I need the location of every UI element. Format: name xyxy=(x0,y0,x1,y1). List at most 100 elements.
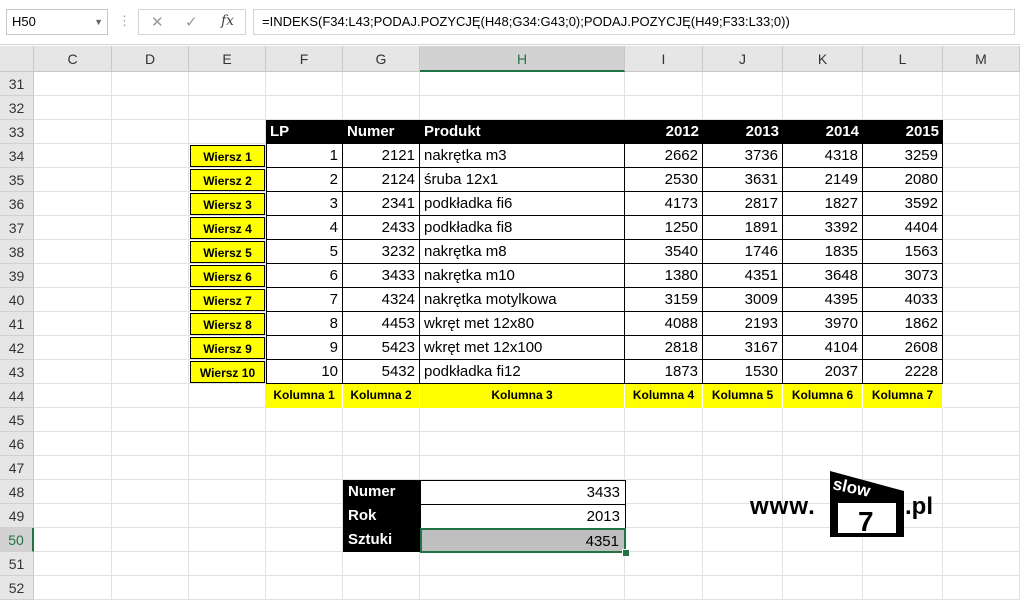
table-cell-produkt[interactable]: wkręt met 12x100 xyxy=(420,336,625,360)
row-header-31[interactable]: 31 xyxy=(0,72,34,96)
table-cell-y2015[interactable]: 2228 xyxy=(863,360,943,384)
table-cell-lp[interactable]: 8 xyxy=(266,312,343,336)
fill-handle[interactable] xyxy=(622,549,630,557)
column-header-k[interactable]: K xyxy=(783,46,863,72)
table-cell-numer[interactable]: 5432 xyxy=(343,360,420,384)
lookup-value-rok[interactable]: 2013 xyxy=(420,504,626,529)
table-cell-produkt[interactable]: nakrętka m8 xyxy=(420,240,625,264)
table-cell-y2015[interactable]: 2080 xyxy=(863,168,943,192)
table-cell-y2012[interactable]: 3159 xyxy=(625,288,703,312)
row-header-49[interactable]: 49 xyxy=(0,504,34,528)
row-header-46[interactable]: 46 xyxy=(0,432,34,456)
row-header-37[interactable]: 37 xyxy=(0,216,34,240)
table-cell-lp[interactable]: 4 xyxy=(266,216,343,240)
row-header-40[interactable]: 40 xyxy=(0,288,34,312)
column-header-g[interactable]: G xyxy=(343,46,420,72)
table-cell-numer[interactable]: 5423 xyxy=(343,336,420,360)
table-cell-numer[interactable]: 2341 xyxy=(343,192,420,216)
table-cell-y2012[interactable]: 2530 xyxy=(625,168,703,192)
chevron-down-icon[interactable]: ▼ xyxy=(94,10,103,34)
lookup-value-numer[interactable]: 3433 xyxy=(420,480,626,505)
row-header-39[interactable]: 39 xyxy=(0,264,34,288)
table-cell-y2012[interactable]: 3540 xyxy=(625,240,703,264)
column-header-c[interactable]: C xyxy=(34,46,112,72)
table-cell-lp[interactable]: 5 xyxy=(266,240,343,264)
table-cell-lp[interactable]: 10 xyxy=(266,360,343,384)
table-cell-y2012[interactable]: 4088 xyxy=(625,312,703,336)
table-cell-produkt[interactable]: wkręt met 12x80 xyxy=(420,312,625,336)
row-header-41[interactable]: 41 xyxy=(0,312,34,336)
table-cell-y2013[interactable]: 2193 xyxy=(703,312,783,336)
row-header-48[interactable]: 48 xyxy=(0,480,34,504)
table-cell-produkt[interactable]: podkładka fi8 xyxy=(420,216,625,240)
table-cell-y2014[interactable]: 1827 xyxy=(783,192,863,216)
table-cell-y2015[interactable]: 2608 xyxy=(863,336,943,360)
formula-input[interactable]: =INDEKS(F34:L43;PODAJ.POZYCJĘ(H48;G34:G4… xyxy=(253,9,1015,35)
table-cell-y2013[interactable]: 1891 xyxy=(703,216,783,240)
table-cell-y2013[interactable]: 3736 xyxy=(703,144,783,168)
cancel-icon[interactable]: ✕ xyxy=(151,13,164,31)
table-cell-lp[interactable]: 1 xyxy=(266,144,343,168)
row-header-52[interactable]: 52 xyxy=(0,576,34,600)
enter-check-icon[interactable]: ✓ xyxy=(185,13,198,31)
table-cell-lp[interactable]: 2 xyxy=(266,168,343,192)
table-cell-y2014[interactable]: 4395 xyxy=(783,288,863,312)
table-cell-lp[interactable]: 7 xyxy=(266,288,343,312)
table-cell-y2013[interactable]: 1530 xyxy=(703,360,783,384)
table-cell-y2015[interactable]: 3073 xyxy=(863,264,943,288)
select-all-corner[interactable] xyxy=(0,46,34,72)
table-cell-y2014[interactable]: 3392 xyxy=(783,216,863,240)
insert-function-icon[interactable]: fx xyxy=(221,13,234,29)
row-header-44[interactable]: 44 xyxy=(0,384,34,408)
table-cell-y2015[interactable]: 1563 xyxy=(863,240,943,264)
table-cell-produkt[interactable]: nakrętka m3 xyxy=(420,144,625,168)
table-cell-y2014[interactable]: 1835 xyxy=(783,240,863,264)
table-cell-y2012[interactable]: 1250 xyxy=(625,216,703,240)
table-cell-y2013[interactable]: 2817 xyxy=(703,192,783,216)
column-header-d[interactable]: D xyxy=(112,46,189,72)
row-header-45[interactable]: 45 xyxy=(0,408,34,432)
row-header-33[interactable]: 33 xyxy=(0,120,34,144)
table-cell-y2015[interactable]: 3592 xyxy=(863,192,943,216)
table-cell-y2012[interactable]: 4173 xyxy=(625,192,703,216)
table-cell-produkt[interactable]: nakrętka motylkowa xyxy=(420,288,625,312)
table-cell-y2012[interactable]: 1873 xyxy=(625,360,703,384)
table-cell-y2013[interactable]: 3167 xyxy=(703,336,783,360)
table-cell-numer[interactable]: 3232 xyxy=(343,240,420,264)
table-cell-y2013[interactable]: 1746 xyxy=(703,240,783,264)
column-header-i[interactable]: I xyxy=(625,46,703,72)
row-header-50[interactable]: 50 xyxy=(0,528,34,552)
table-cell-y2012[interactable]: 2818 xyxy=(625,336,703,360)
table-cell-produkt[interactable]: śruba 12x1 xyxy=(420,168,625,192)
row-header-34[interactable]: 34 xyxy=(0,144,34,168)
table-cell-y2012[interactable]: 2662 xyxy=(625,144,703,168)
table-cell-y2014[interactable]: 2149 xyxy=(783,168,863,192)
table-cell-y2015[interactable]: 1862 xyxy=(863,312,943,336)
table-cell-y2014[interactable]: 4318 xyxy=(783,144,863,168)
table-cell-y2014[interactable]: 4104 xyxy=(783,336,863,360)
row-header-32[interactable]: 32 xyxy=(0,96,34,120)
table-cell-y2014[interactable]: 2037 xyxy=(783,360,863,384)
column-header-l[interactable]: L xyxy=(863,46,943,72)
row-header-43[interactable]: 43 xyxy=(0,360,34,384)
column-header-m[interactable]: M xyxy=(943,46,1020,72)
table-cell-lp[interactable]: 3 xyxy=(266,192,343,216)
table-cell-numer[interactable]: 2121 xyxy=(343,144,420,168)
column-header-j[interactable]: J xyxy=(703,46,783,72)
table-cell-numer[interactable]: 2433 xyxy=(343,216,420,240)
name-box[interactable]: H50 ▼ xyxy=(6,9,108,35)
table-cell-y2012[interactable]: 1380 xyxy=(625,264,703,288)
column-header-h[interactable]: H xyxy=(420,46,625,72)
row-header-51[interactable]: 51 xyxy=(0,552,34,576)
table-cell-lp[interactable]: 9 xyxy=(266,336,343,360)
table-cell-y2013[interactable]: 3631 xyxy=(703,168,783,192)
lookup-value-sztuki[interactable]: 4351 xyxy=(420,528,626,553)
row-header-35[interactable]: 35 xyxy=(0,168,34,192)
table-cell-numer[interactable]: 4453 xyxy=(343,312,420,336)
table-cell-produkt[interactable]: nakrętka m10 xyxy=(420,264,625,288)
table-cell-produkt[interactable]: podkładka fi6 xyxy=(420,192,625,216)
table-cell-y2015[interactable]: 4404 xyxy=(863,216,943,240)
table-cell-numer[interactable]: 3433 xyxy=(343,264,420,288)
table-cell-y2013[interactable]: 3009 xyxy=(703,288,783,312)
table-cell-y2014[interactable]: 3970 xyxy=(783,312,863,336)
